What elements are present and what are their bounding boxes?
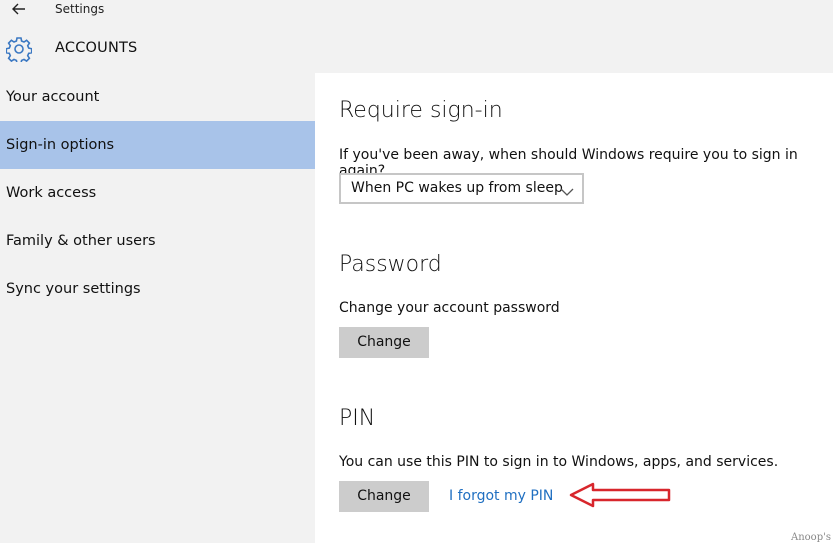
- chevron-down-icon: [560, 183, 574, 196]
- page-title: ACCOUNTS: [55, 40, 138, 56]
- window-title: Settings: [55, 2, 105, 16]
- gear-icon: [5, 36, 33, 65]
- password-change-button[interactable]: Change: [339, 327, 429, 358]
- page-header: ACCOUNTS: [0, 22, 833, 72]
- sidebar-item-sign-in-options[interactable]: Sign-in options: [0, 121, 315, 169]
- sidebar-item-sync-settings[interactable]: Sync your settings: [0, 265, 315, 313]
- password-title: Password: [339, 252, 442, 277]
- pin-description: You can use this PIN to sign in to Windo…: [339, 454, 779, 470]
- main-content: Require sign-in If you've been away, whe…: [315, 73, 833, 543]
- require-signin-dropdown[interactable]: When PC wakes up from sleep: [339, 173, 584, 204]
- sidebar: Your account Sign-in options Work access…: [0, 73, 315, 543]
- sidebar-item-work-access[interactable]: Work access: [0, 169, 315, 217]
- title-bar: Settings: [0, 0, 833, 20]
- dropdown-selected-value: When PC wakes up from sleep: [351, 180, 563, 196]
- pin-change-button[interactable]: Change: [339, 481, 429, 512]
- back-arrow-icon[interactable]: [10, 0, 28, 18]
- annotation-arrow-icon: [569, 482, 673, 508]
- watermark: Anoop's: [791, 532, 831, 543]
- require-signin-title: Require sign-in: [339, 98, 503, 123]
- sidebar-item-family-other-users[interactable]: Family & other users: [0, 217, 315, 265]
- forgot-pin-link[interactable]: I forgot my PIN: [449, 488, 553, 504]
- pin-title: PIN: [339, 406, 376, 431]
- password-description: Change your account password: [339, 300, 560, 316]
- sidebar-item-your-account[interactable]: Your account: [0, 73, 315, 121]
